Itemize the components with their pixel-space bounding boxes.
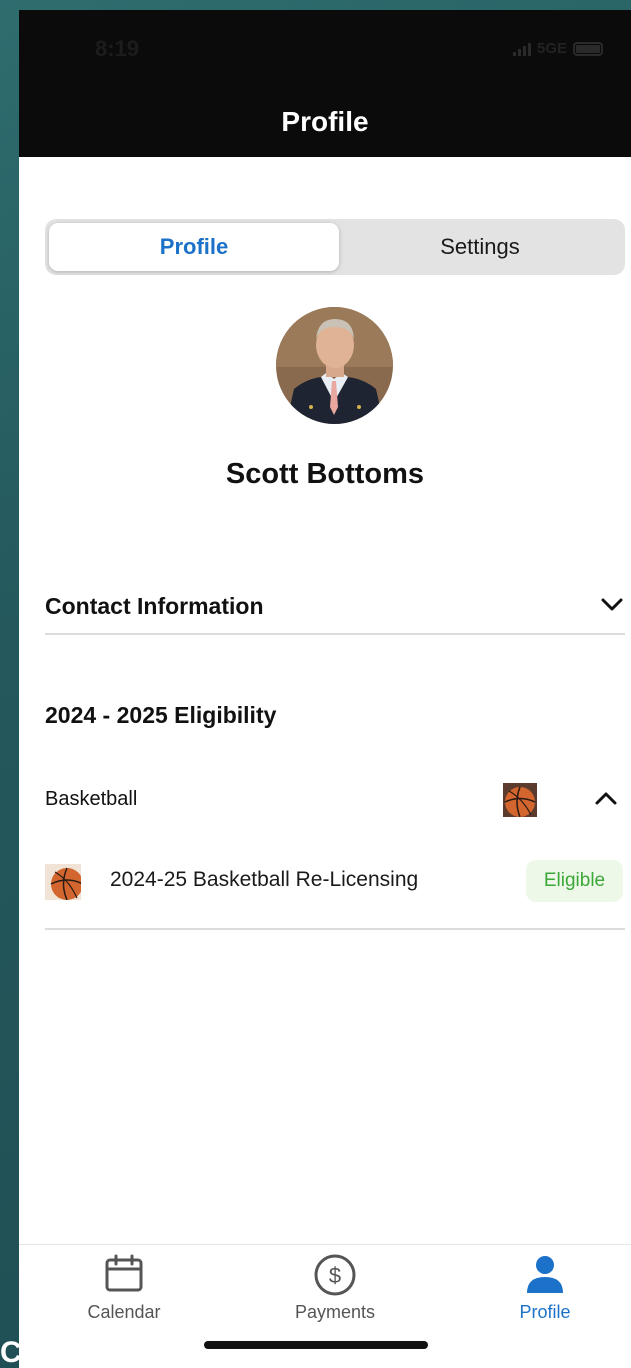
home-indicator[interactable]: [204, 1341, 428, 1349]
svg-text:$: $: [329, 1263, 341, 1288]
page-title: Profile: [281, 106, 369, 137]
tab-profile[interactable]: Profile: [49, 223, 339, 271]
divider: [45, 633, 625, 635]
chevron-up-icon[interactable]: [593, 786, 619, 817]
sport-row-basketball[interactable]: Basketball: [45, 782, 625, 820]
license-label: 2024-25 Basketball Re-Licensing: [110, 868, 419, 891]
tab-label: Payments: [294, 1302, 376, 1322]
tab-label: Calendar: [87, 1302, 161, 1322]
status-time: 8:19: [95, 36, 140, 61]
calendar-icon: [54, 1253, 194, 1298]
sport-label: Basketball: [45, 788, 138, 810]
tab-label: Profile: [519, 1302, 571, 1322]
basketball-icon: [503, 783, 537, 822]
basketball-icon: [45, 864, 84, 905]
list-item[interactable]: 2024-25 Basketball Re-Licensing Eligible: [45, 860, 625, 902]
contact-information-label: Contact Information: [45, 592, 264, 619]
eligibility-title: 2024 - 2025 Eligibility: [45, 702, 277, 728]
divider: [45, 928, 625, 930]
person-icon: [475, 1253, 615, 1298]
top-bar: 8:19 5GE Profile: [19, 10, 631, 157]
tab-profile-nav[interactable]: Profile: [475, 1253, 615, 1323]
tab-settings[interactable]: Settings: [339, 223, 621, 271]
dollar-icon: $: [265, 1253, 405, 1302]
battery-icon: [573, 41, 603, 56]
network-label: 5GE: [536, 40, 567, 57]
tab-bar: Calendar $ Payments Profile: [19, 1244, 631, 1368]
user-name: Scott Bottoms: [225, 458, 425, 490]
phone-screen: 8:19 5GE Profile Profile Settings Scott …: [19, 10, 631, 1368]
avatar[interactable]: [276, 307, 393, 424]
profile-settings-segmented-control: Profile Settings: [45, 219, 625, 275]
status-indicators: 5GE: [512, 40, 603, 57]
tab-payments[interactable]: $ Payments: [265, 1253, 405, 1323]
signal-icon: [512, 42, 531, 56]
contact-information-row[interactable]: Contact Information: [45, 580, 625, 632]
chevron-down-icon[interactable]: [599, 591, 625, 622]
status-badge: Eligible: [526, 860, 623, 902]
tab-calendar[interactable]: Calendar: [54, 1253, 194, 1323]
